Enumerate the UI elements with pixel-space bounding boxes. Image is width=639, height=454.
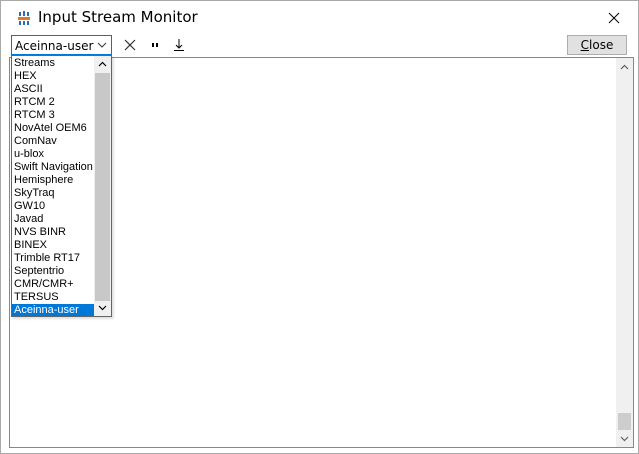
dropdown-item[interactable]: TERSUS xyxy=(12,291,95,304)
dropdown-item[interactable]: Aceinna-user xyxy=(12,304,95,316)
input-stream-monitor-window: Input Stream Monitor Aceinna-user C lose… xyxy=(0,0,639,454)
window-close-icon[interactable] xyxy=(599,5,629,31)
output-vertical-scrollbar[interactable] xyxy=(616,58,633,447)
window-title: Input Stream Monitor xyxy=(38,8,198,26)
scroll-up-arrow-icon[interactable] xyxy=(616,58,633,75)
dropdown-item[interactable]: RTCM 3 xyxy=(12,109,95,122)
dropdown-item[interactable]: CMR/CMR+ xyxy=(12,278,95,291)
dropdown-item[interactable]: u-blox xyxy=(12,148,95,161)
scroll-down-arrow-icon[interactable] xyxy=(616,430,633,447)
dropdown-item[interactable]: NovAtel OEM6 xyxy=(12,122,95,135)
dropdown-item[interactable]: Hemisphere xyxy=(12,174,95,187)
clear-x-icon[interactable] xyxy=(122,37,138,53)
dropdown-vertical-scrollbar[interactable] xyxy=(94,56,111,316)
close-label-rest: lose xyxy=(589,38,614,52)
toolbar: Aceinna-user C lose xyxy=(1,34,638,56)
dropdown-item[interactable]: RTCM 2 xyxy=(12,96,95,109)
download-icon[interactable] xyxy=(171,37,187,53)
pause-icon[interactable] xyxy=(147,37,163,53)
stream-selector-value: Aceinna-user xyxy=(15,39,94,53)
title-bar[interactable]: Input Stream Monitor xyxy=(1,1,638,34)
close-button[interactable]: Close xyxy=(567,35,627,55)
dropdown-item[interactable]: ComNav xyxy=(12,135,95,148)
dropdown-item[interactable]: Javad xyxy=(12,213,95,226)
dropdown-item[interactable]: Trimble RT17 xyxy=(12,252,95,265)
dropdown-item[interactable]: HEX xyxy=(12,70,95,83)
stream-selector-combobox[interactable]: Aceinna-user xyxy=(11,35,112,55)
dropdown-scrollbar-thumb[interactable] xyxy=(95,73,110,301)
dropdown-item[interactable]: Swift Navigation xyxy=(12,161,95,174)
close-mnemonic: C xyxy=(580,38,590,52)
dropdown-scroll-up-icon[interactable] xyxy=(94,56,111,72)
dropdown-item[interactable]: ASCII xyxy=(12,83,95,96)
dropdown-scroll-down-icon[interactable] xyxy=(94,300,111,316)
dropdown-item[interactable]: NVS BINR xyxy=(12,226,95,239)
dropdown-item[interactable]: SkyTraq xyxy=(12,187,95,200)
stream-format-dropdown-list[interactable]: Streams HEX ASCII RTCM 2 RTCM 3 NovAtel OEM6 C… xyxy=(11,55,112,317)
dropdown-item[interactable]: Septentrio xyxy=(12,265,95,278)
app-icon xyxy=(16,10,32,26)
dropdown-item[interactable]: BINEX xyxy=(12,239,95,252)
chevron-down-icon[interactable] xyxy=(95,39,109,52)
dropdown-item[interactable]: GW10 xyxy=(12,200,95,213)
dropdown-item[interactable]: Streams xyxy=(12,57,95,70)
output-scrollbar-thumb[interactable] xyxy=(618,413,631,430)
